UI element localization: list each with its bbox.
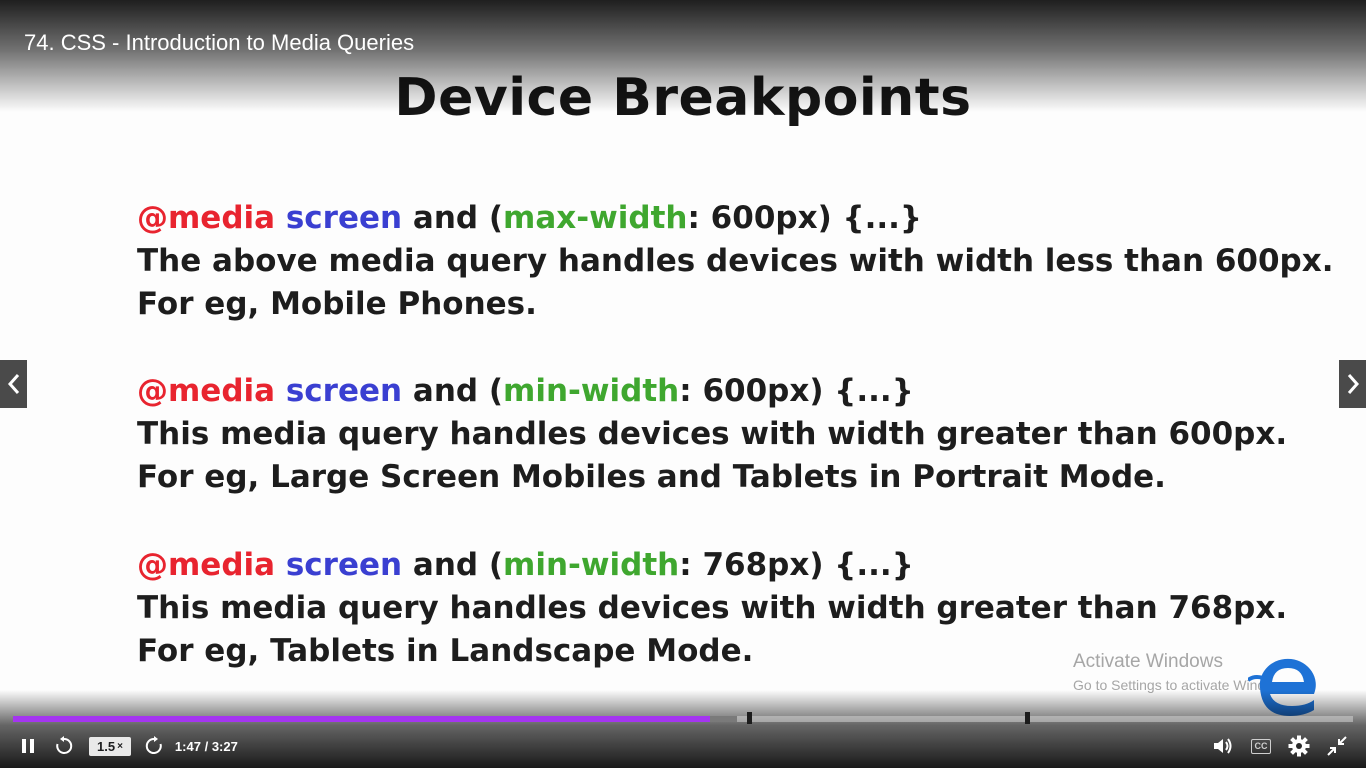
query-value: : 768px) {...} [679,547,914,583]
query-description: The above media query handles devices wi… [137,243,1334,279]
feature-keyword: min-width [503,373,680,409]
previous-lecture-button[interactable] [0,360,27,408]
and-keyword: and ( [412,373,504,409]
speed-suffix: × [117,740,123,752]
feature-keyword: min-width [503,547,680,583]
speed-value: 1.5 [97,738,116,754]
breakpoint-block: @media screen and (min-width: 600px) {..… [137,370,1317,499]
query-example: For eg, Mobile Phones. [137,286,537,322]
exit-fullscreen-icon [1327,736,1347,756]
settings-button[interactable] [1284,735,1314,757]
exit-fullscreen-button[interactable] [1322,735,1352,757]
query-description: This media query handles devices with wi… [137,590,1288,626]
pause-icon [22,739,34,753]
chapter-marker [1025,712,1030,724]
duration: 3:27 [211,738,238,754]
screen-keyword: screen [285,373,403,409]
and-keyword: and ( [412,547,504,583]
media-keyword: @media [137,200,276,236]
media-keyword: @media [137,547,276,583]
screen-keyword: screen [285,547,403,583]
query-value: : 600px) {...} [679,373,914,409]
query-example: For eg, Large Screen Mobiles and Tablets… [137,459,1166,495]
current-time: 1:47 [174,738,201,754]
next-lecture-button[interactable] [1339,360,1366,408]
play-pause-button[interactable] [13,738,43,754]
slide-title: Device Breakpoints [394,68,972,128]
captions-icon: CC [1251,738,1271,754]
chevron-right-icon [1347,374,1359,394]
edge-logo-icon [1248,658,1316,716]
forward-icon [145,736,162,754]
media-keyword: @media [137,373,276,409]
player-controls: 1.5 × 1:47 / 3:27 CC [0,728,1366,764]
progress-played [13,716,710,722]
chevron-left-icon [7,374,19,394]
volume-button[interactable] [1208,737,1238,755]
captions-button[interactable]: CC [1246,738,1276,754]
media-query-code: @media screen and (max-width: 600px) {..… [137,197,1317,240]
query-description: This media query handles devices with wi… [137,416,1288,452]
breakpoint-block: @media screen and (max-width: 600px) {..… [137,197,1334,326]
media-query-code: @media screen and (min-width: 768px) {..… [137,544,1317,587]
feature-keyword: max-width [503,200,688,236]
progress-bar[interactable] [13,716,1353,722]
rewind-button[interactable] [49,736,79,756]
gear-icon [1288,735,1310,757]
time-separator: / [204,738,209,754]
rewind-icon [56,736,73,754]
chapter-marker [747,712,752,724]
query-value: : 600px) {...} [687,200,922,236]
volume-icon [1214,738,1232,754]
time-display: 1:47 / 3:27 [175,739,238,754]
media-query-code: @media screen and (min-width: 600px) {..… [137,370,1317,413]
screen-keyword: screen [285,200,403,236]
playback-speed-button[interactable]: 1.5 × [89,736,131,756]
and-keyword: and ( [412,200,504,236]
video-title: 74. CSS - Introduction to Media Queries [24,30,415,55]
forward-button[interactable] [139,736,169,756]
